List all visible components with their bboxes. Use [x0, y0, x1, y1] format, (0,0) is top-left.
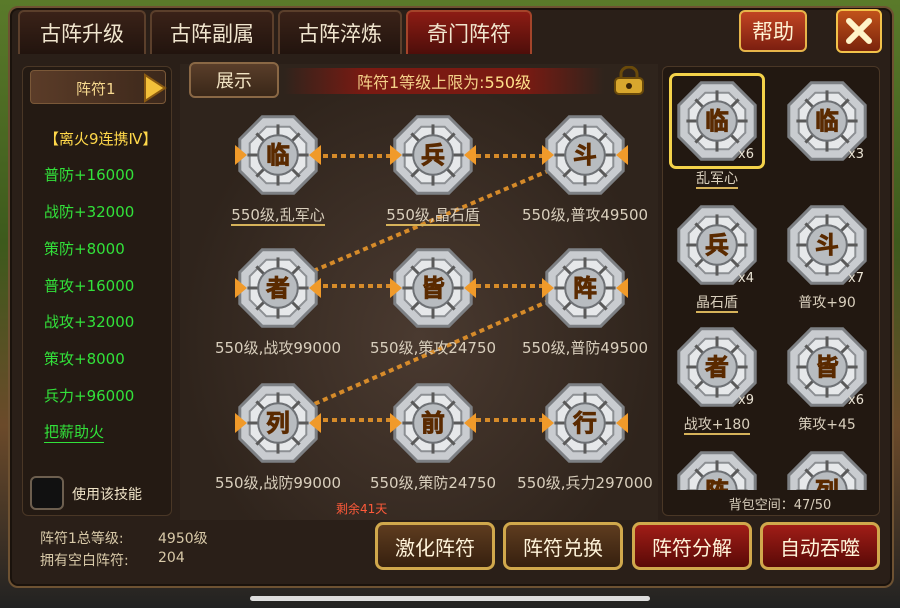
rune-slot-label: 550级,普攻49500 [521, 206, 649, 224]
bagua-rune-icon: 行 [542, 383, 628, 463]
bagua-rune-icon: 斗 [542, 115, 628, 195]
bagua-rune-icon: 临 [235, 115, 321, 195]
inventory-item-label: 晶石盾 [696, 295, 738, 313]
activate-rune-button[interactable]: 激化阵符 [375, 522, 495, 570]
rune-slot[interactable]: 临 [233, 110, 323, 200]
tab-sub-attribute[interactable]: 古阵副属 [150, 10, 274, 54]
inventory-item[interactable]: 者 x9 [672, 322, 762, 412]
rune-slot[interactable]: 皆 [388, 243, 478, 333]
inventory-item-label: 战攻+180 [683, 417, 751, 435]
svg-text:阵: 阵 [573, 274, 596, 302]
inventory-item[interactable]: 临 x3 [782, 76, 872, 166]
svg-text:行: 行 [572, 409, 596, 437]
rune-slot-label: 550级,战防99000 [214, 474, 342, 492]
svg-text:者: 者 [705, 353, 728, 381]
bagua-rune-icon: 列 [235, 383, 321, 463]
stat-line: 兵力+96000 [44, 387, 135, 405]
rune-slot-label: 550级,策攻24750 [369, 339, 497, 357]
tab-temper[interactable]: 古阵淬炼 [278, 10, 402, 54]
item-count: x9 [738, 393, 754, 408]
svg-text:前: 前 [421, 409, 444, 437]
skill-name: 阵符1 [76, 80, 116, 98]
arrow-right-icon[interactable] [141, 73, 167, 103]
stat-line: 普防+16000 [44, 166, 135, 184]
stat-line: 战攻+32000 [44, 313, 135, 331]
svg-text:兵: 兵 [705, 231, 728, 259]
inventory-item[interactable]: 皆 x6 [782, 322, 872, 412]
rune-slot[interactable]: 斗 [540, 110, 630, 200]
svg-text:皆: 皆 [421, 274, 444, 302]
rune-slot-label: 550级,战攻99000 [214, 339, 342, 357]
skill-header[interactable]: 阵符1 [30, 70, 167, 104]
total-level-label: 阵符1总等级: [40, 531, 124, 547]
inventory-item-label: 普攻+90 [798, 295, 856, 311]
rune-slot[interactable]: 列 [233, 378, 323, 468]
auto-absorb-button[interactable]: 自动吞噬 [760, 522, 880, 570]
close-icon [846, 18, 872, 44]
use-skill-label: 使用该技能 [72, 487, 142, 503]
tab-rune[interactable]: 奇门阵符 [406, 10, 532, 54]
svg-text:列: 列 [266, 409, 289, 437]
stat-line: 战防+32000 [44, 203, 135, 221]
svg-text:斗: 斗 [573, 141, 596, 169]
bagua-rune-icon: 阵 [542, 248, 628, 328]
svg-text:者: 者 [266, 274, 289, 302]
rune-slot-label: 550级,普防49500 [521, 339, 649, 357]
item-count: x6 [738, 147, 754, 162]
stat-line: 普攻+16000 [44, 277, 135, 295]
stat-line: 策攻+8000 [44, 350, 125, 368]
exchange-rune-button[interactable]: 阵符兑换 [503, 522, 623, 570]
skill-link[interactable]: 把薪助火 [44, 421, 105, 443]
item-count: x3 [848, 147, 864, 162]
rune-slot[interactable]: 行 [540, 378, 630, 468]
svg-text:阵: 阵 [705, 477, 728, 490]
svg-text:列: 列 [815, 477, 838, 490]
use-skill-checkbox[interactable] [30, 476, 64, 510]
rune-slot[interactable]: 阵 [540, 243, 630, 333]
inventory-item[interactable]: 兵 x4 [672, 200, 762, 290]
inventory-item[interactable]: 斗 x7 [782, 200, 872, 290]
home-indicator [250, 596, 650, 601]
decompose-rune-button[interactable]: 阵符分解 [632, 522, 752, 570]
close-button[interactable] [836, 9, 882, 53]
inventory-item-label: 策攻+45 [798, 417, 856, 433]
rune-slot-label: 550级,兵力297000 [517, 474, 653, 492]
stat-line: 策防+8000 [44, 240, 125, 258]
svg-text:临: 临 [705, 107, 728, 135]
rune-slot-label: 550级,晶石盾 [386, 206, 480, 226]
rune-slot[interactable]: 兵 [388, 110, 478, 200]
bagua-rune-icon: 阵 [677, 451, 757, 490]
inventory-item-label: 乱军心 [696, 171, 738, 189]
svg-text:兵: 兵 [421, 141, 444, 169]
remaining-days: 剩余41天 [336, 502, 388, 516]
bagua-rune-icon: 者 [235, 248, 321, 328]
tab-bar: 古阵升级 古阵副属 古阵淬炼 奇门阵符 [18, 10, 728, 54]
bagua-rune-icon: 列 [787, 451, 867, 490]
blank-rune-value: 204 [158, 550, 185, 566]
inventory-item[interactable]: 临 x6 [669, 73, 765, 169]
svg-text:皆: 皆 [815, 353, 838, 381]
item-count: x7 [848, 271, 864, 286]
item-count: x4 [738, 271, 754, 286]
inventory-item[interactable]: 列 [782, 446, 872, 490]
tab-upgrade[interactable]: 古阵升级 [18, 10, 146, 54]
total-level-value: 4950级 [158, 531, 208, 547]
bagua-rune-icon: 兵 [390, 115, 476, 195]
use-skill-toggle[interactable]: 使用该技能 [30, 476, 170, 510]
inventory-item[interactable]: 阵 [672, 446, 762, 490]
rune-slot-label: 550级,策防24750 [369, 474, 497, 492]
help-button[interactable]: 帮助 [739, 10, 807, 52]
item-count: x6 [848, 393, 864, 408]
svg-text:临: 临 [815, 107, 838, 135]
rune-slot[interactable]: 前 [388, 378, 478, 468]
blank-rune-label: 拥有空白阵符: [40, 553, 129, 569]
svg-text:临: 临 [266, 141, 289, 169]
bagua-rune-icon: 皆 [390, 248, 476, 328]
combo-title: 【离火9连携Ⅳ】 [44, 130, 158, 148]
rune-slot[interactable]: 者 [233, 243, 323, 333]
bag-space: 背包空间：47/50 [728, 498, 832, 513]
bagua-rune-icon: 前 [390, 383, 476, 463]
svg-text:斗: 斗 [815, 231, 838, 259]
rune-slot-label: 550级,乱军心 [231, 206, 325, 226]
